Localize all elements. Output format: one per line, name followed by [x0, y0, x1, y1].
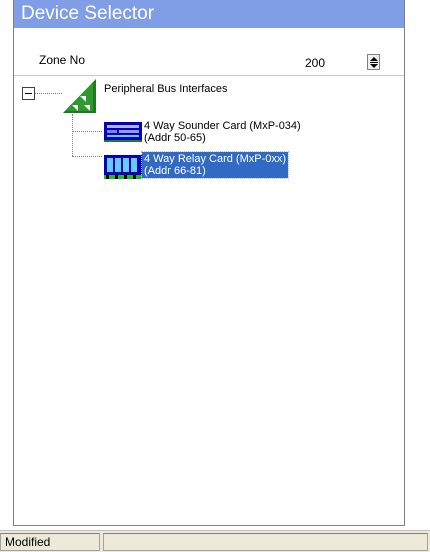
sounder-card-icon[interactable] — [103, 121, 143, 143]
sounder-card-label[interactable]: 4 Way Sounder Card (MxP-034) (Addr 50-65… — [144, 120, 301, 144]
zone-spinner[interactable] — [367, 54, 380, 70]
spinner-arrows-icon — [370, 57, 378, 68]
zone-row: Zone No 200 — [14, 28, 404, 76]
panel-title: Device Selector — [14, 0, 404, 28]
tree-connector — [72, 156, 102, 157]
relay-card-icon[interactable] — [103, 154, 143, 180]
tree-connector — [72, 131, 102, 132]
root-node-label[interactable]: Peripheral Bus Interfaces — [104, 83, 228, 95]
status-panel — [103, 533, 428, 551]
relay-card-address: (Addr 66-81) — [144, 165, 206, 177]
status-bar: Modified — [0, 530, 430, 552]
tree-connector — [35, 93, 62, 94]
zone-value[interactable]: 200 — [305, 56, 325, 70]
sounder-card-address: (Addr 50-65) — [144, 132, 206, 144]
device-selector-panel: Device Selector Zone No 200 Peripheral B… — [13, 0, 405, 526]
triangle-bus-icon[interactable] — [62, 78, 98, 114]
relay-card-label[interactable]: 4 Way Relay Card (MxP-0xx) (Addr 66-81) — [140, 151, 290, 179]
sounder-card-name: 4 Way Sounder Card (MxP-034) — [144, 120, 301, 132]
device-tree: Peripheral Bus Interfaces 4 Way Sounder … — [14, 77, 404, 517]
status-text: Modified — [0, 533, 100, 551]
tree-connector — [72, 114, 73, 156]
collapse-toggle[interactable] — [22, 87, 35, 100]
zone-label: Zone No — [39, 53, 86, 67]
relay-card-name: 4 Way Relay Card (MxP-0xx) — [144, 153, 287, 165]
left-margin — [0, 0, 13, 552]
